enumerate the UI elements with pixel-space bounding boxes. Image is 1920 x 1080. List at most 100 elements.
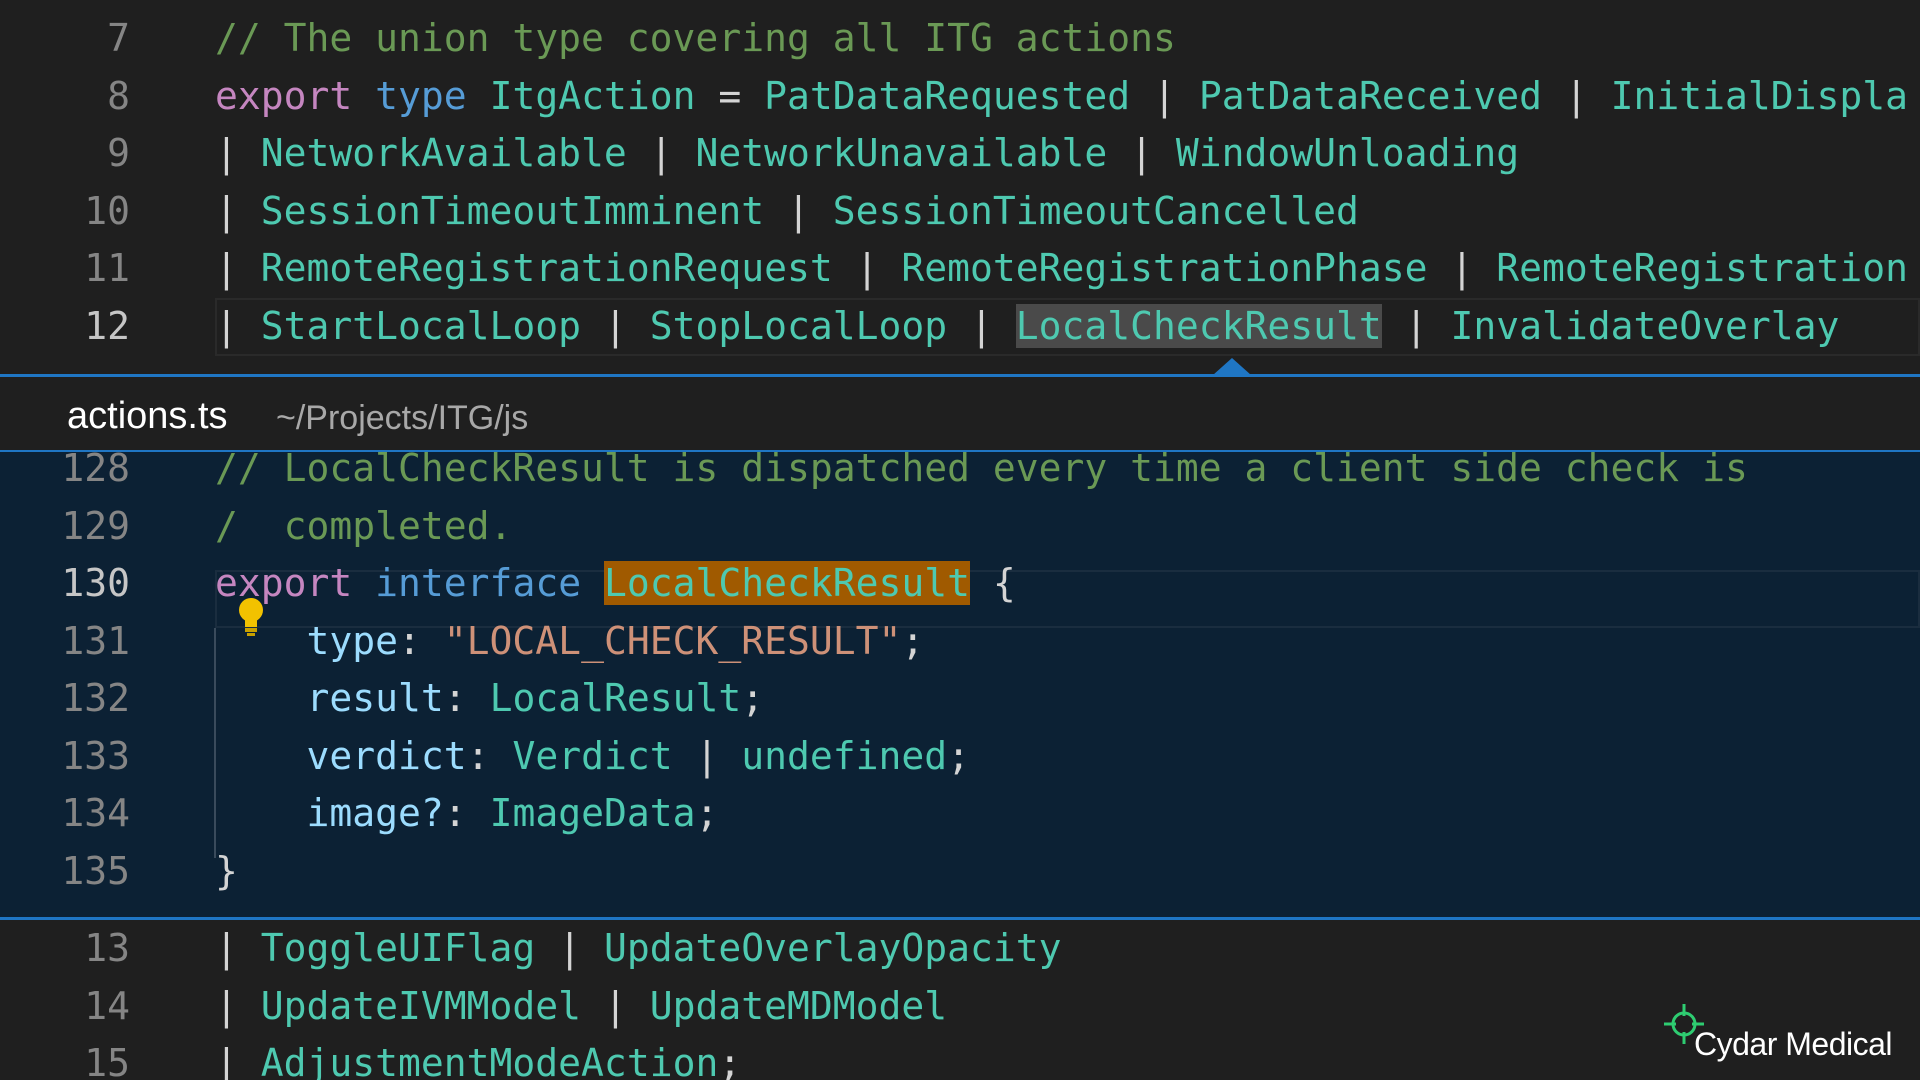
code-token: | [832, 246, 902, 290]
code-token: AdjustmentModeAction [260, 1041, 719, 1080]
code-line[interactable]: 12 | StartLocalLoop | StopLocalLoop | Loc… [0, 297, 1920, 355]
code-text: type: "LOCAL_CHECK_RESULT"; [215, 612, 925, 670]
code-token: : [443, 676, 490, 720]
code-line[interactable]: 129 / completed. [0, 497, 1920, 555]
code-text: | AdjustmentModeAction; [215, 1034, 741, 1080]
code-token: RemoteRegistrationRequest [260, 246, 833, 290]
code-token: type [306, 618, 399, 663]
code-line[interactable]: 131 type: "LOCAL_CHECK_RESULT"; [0, 612, 1920, 670]
code-token: ; [718, 1041, 742, 1080]
code-token: : [443, 791, 490, 835]
peek-pointer-arrow [1213, 358, 1251, 375]
code-token: UpdateMDModel [649, 983, 948, 1028]
code-token: UpdateOverlayOpacity [603, 926, 1062, 970]
code-token: | [535, 926, 604, 970]
line-number: 134 [61, 791, 130, 835]
code-token: UpdateIVMModel [260, 983, 582, 1028]
code-text: | RemoteRegistrationRequest | RemoteRegi… [215, 239, 1908, 297]
code-token: // The union type covering all ITG actio… [215, 16, 1176, 60]
code-token: = [695, 73, 765, 118]
code-line[interactable]: 132 result: LocalResult; [0, 669, 1920, 727]
line-number: 13 [84, 926, 130, 970]
line-number: 14 [84, 983, 130, 1028]
code-line[interactable]: 11 | RemoteRegistrationRequest | RemoteRe… [0, 239, 1920, 297]
code-token: "LOCAL_CHECK_RESULT" [443, 618, 902, 663]
code-token: NetworkAvailable [260, 131, 627, 175]
code-line[interactable]: 7 // The union type covering all ITG acti… [0, 9, 1920, 67]
code-token: image? [306, 791, 444, 835]
code-token: PatDataReceived [1198, 73, 1542, 118]
line-number: 130 [61, 561, 130, 605]
code-token: LocalCheckResult [1015, 303, 1382, 348]
code-text: / completed. [215, 497, 512, 555]
peek-code-body[interactable]: 128 // LocalCheckResult is dispatched eve… [0, 450, 1920, 920]
code-token: | [672, 733, 742, 778]
code-text: result: LocalResult; [215, 669, 765, 727]
code-token: | [1541, 73, 1611, 118]
code-token: ItgAction [489, 73, 696, 118]
code-token: | [1107, 131, 1176, 175]
code-token: | [947, 303, 1016, 348]
code-text: export interface LocalCheckResult { [215, 554, 1016, 612]
line-number: 11 [84, 246, 130, 290]
code-line[interactable]: 130 export interface LocalCheckResult { [0, 554, 1920, 612]
code-token: interface [375, 561, 582, 605]
code-token: | [1427, 246, 1497, 290]
code-line[interactable]: 15 | AdjustmentModeAction; [0, 1034, 1920, 1080]
code-token: LocalResult [489, 676, 742, 720]
code-line[interactable]: 10 | SessionTimeoutImminent | SessionTime… [0, 182, 1920, 240]
code-line[interactable]: 9 | NetworkAvailable | NetworkUnavailable… [0, 124, 1920, 182]
code-text: // LocalCheckResult is dispatched every … [215, 450, 1748, 497]
code-token: InitialDispla [1610, 73, 1909, 118]
code-line[interactable]: 13 | ToggleUIFlag | UpdateOverlayOpacity [0, 920, 1920, 977]
code-token: ; [741, 676, 765, 720]
code-token: | [215, 303, 261, 348]
code-line[interactable]: 135} [0, 842, 1920, 900]
line-number: 15 [84, 1041, 130, 1080]
lightbulb-icon[interactable] [236, 596, 266, 638]
code-line[interactable]: 128 // LocalCheckResult is dispatched eve… [0, 450, 1920, 497]
line-number: 7 [107, 16, 130, 60]
code-token: ; [947, 733, 971, 778]
code-text: | ToggleUIFlag | UpdateOverlayOpacity [215, 920, 1062, 977]
code-token: type [375, 73, 467, 118]
code-token: SessionTimeoutCancelled [832, 188, 1359, 233]
code-token: undefined [741, 733, 948, 778]
code-text: verdict: Verdict | undefined; [215, 727, 971, 785]
code-token: export [215, 73, 353, 118]
line-number: 12 [84, 303, 130, 348]
code-line[interactable]: 8 export type ItgAction = PatDataRequeste… [0, 67, 1920, 125]
code-line[interactable]: 133 verdict: Verdict | undefined; [0, 727, 1920, 785]
code-token: / completed. [215, 503, 513, 548]
code-text: export type ItgAction = PatDataRequested… [215, 67, 1908, 125]
line-number: 131 [61, 618, 130, 663]
code-token: | [1381, 303, 1451, 348]
code-token: verdict [306, 733, 467, 778]
brand-logo: Cydar Medical [1662, 1002, 1902, 1062]
code-token: result [306, 676, 444, 720]
line-number: 128 [61, 450, 130, 490]
line-number: 135 [61, 848, 130, 893]
code-token: ImageData [489, 791, 696, 835]
code-token: | [764, 188, 833, 233]
peek-header[interactable]: actions.ts ~/Projects/ITG/js [0, 377, 1920, 452]
code-text: | NetworkAvailable | NetworkUnavailable … [215, 124, 1519, 182]
line-number: 129 [61, 503, 130, 548]
code-token: RemoteRegistrationPhase [901, 246, 1428, 290]
code-token: ; [695, 791, 719, 835]
code-token: SessionTimeoutImminent [260, 188, 765, 233]
code-token: | [215, 926, 261, 970]
line-number: 132 [61, 676, 130, 720]
code-token: PatDataRequested [764, 73, 1131, 118]
code-line[interactable]: 134 image?: ImageData; [0, 784, 1920, 842]
code-text: } [215, 842, 238, 900]
code-line[interactable]: 14 | UpdateIVMModel | UpdateMDModel [0, 977, 1920, 1035]
code-token: | [581, 303, 650, 348]
code-token: | [215, 246, 261, 290]
peek-filename[interactable]: actions.ts [67, 395, 228, 438]
